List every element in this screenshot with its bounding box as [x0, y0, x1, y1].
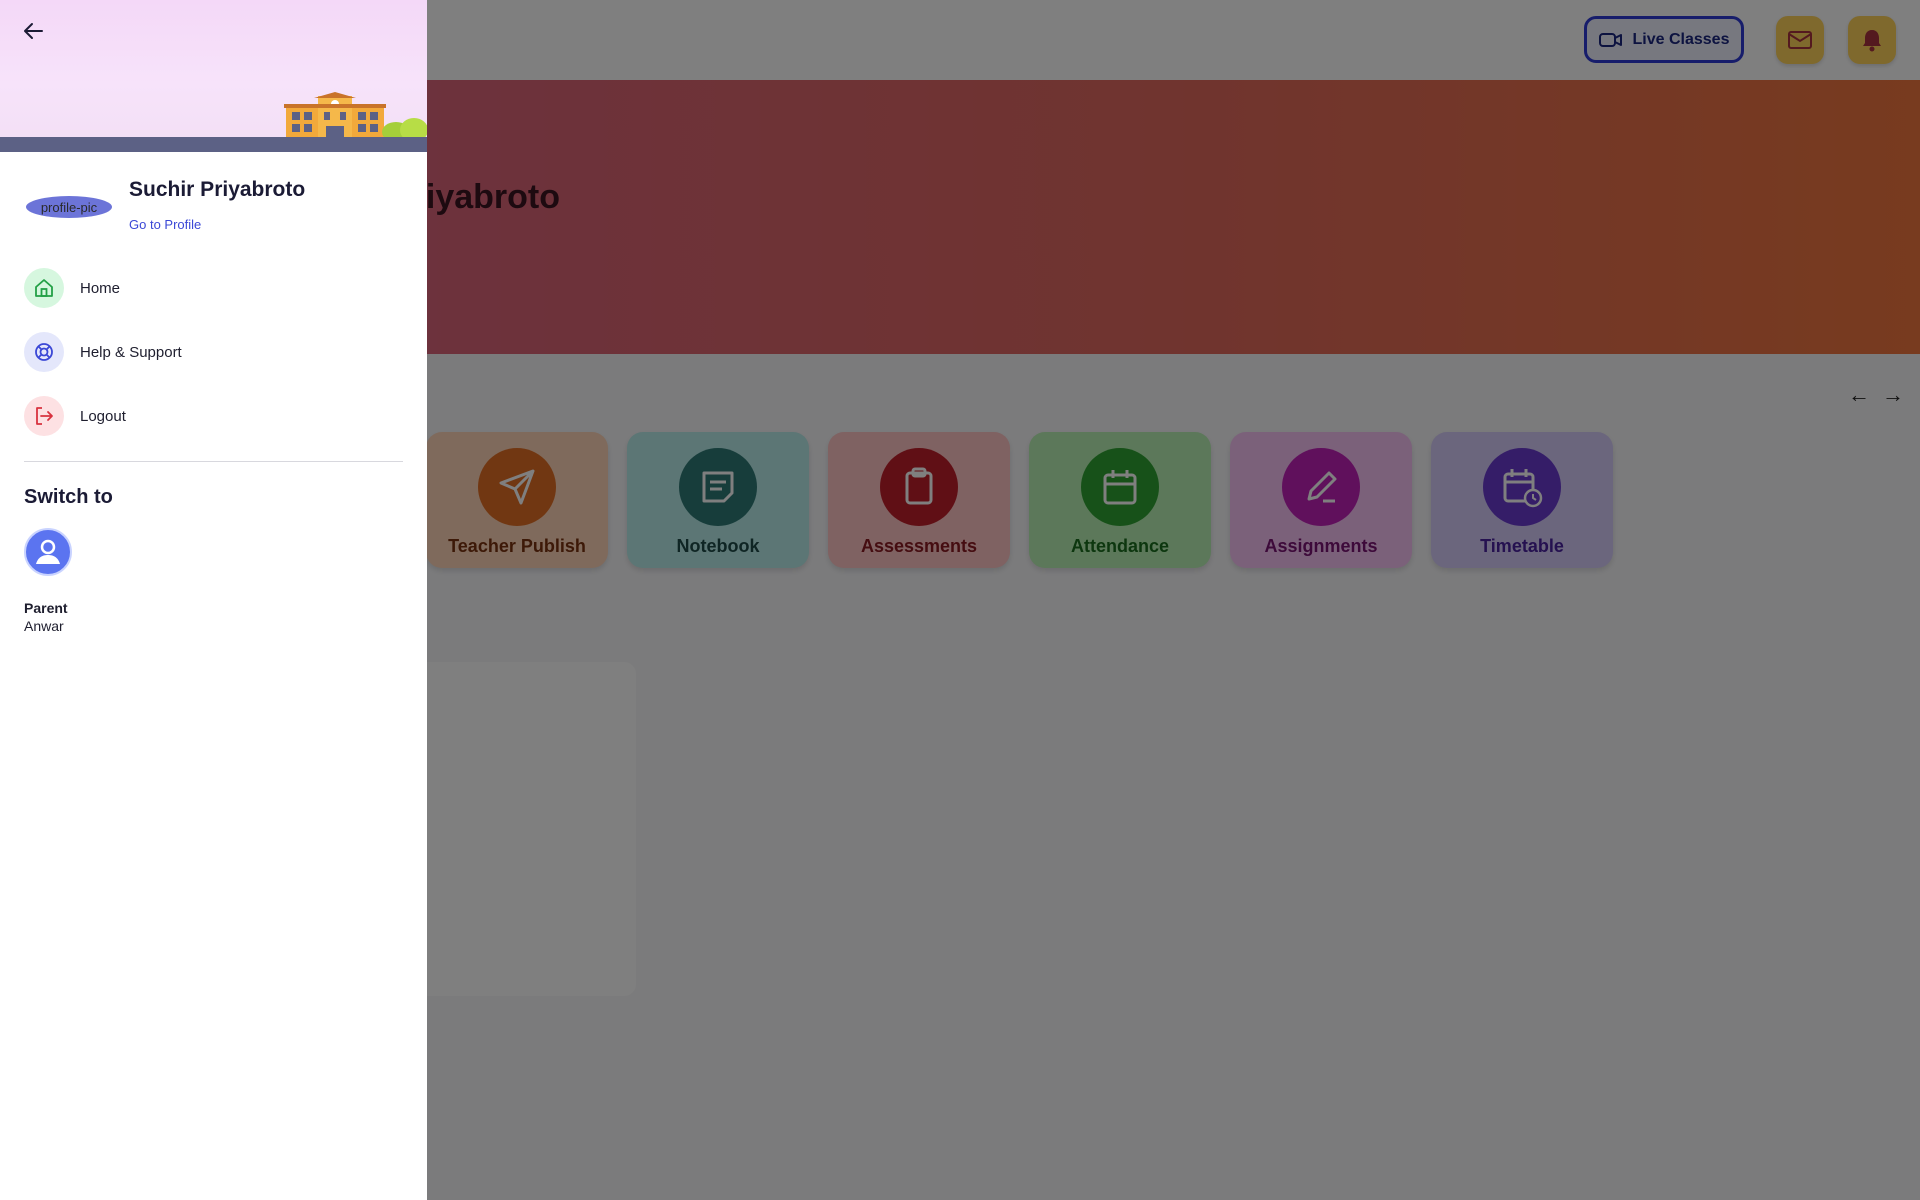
school-building-icon: [284, 92, 427, 140]
switch-to-heading: Switch to: [24, 486, 113, 508]
switch-account-avatar[interactable]: [24, 528, 72, 576]
go-to-profile-link[interactable]: Go to Profile: [129, 217, 201, 232]
nav-item-home[interactable]: Home: [24, 268, 404, 308]
home-icon: [24, 268, 64, 308]
switch-account-role[interactable]: Parent: [24, 600, 68, 616]
drawer-divider: [24, 461, 403, 462]
nav-item-help-support[interactable]: Help & Support: [24, 332, 404, 372]
profile-avatar: profile-pic: [26, 196, 112, 218]
drawer-header-illustration: [0, 0, 427, 152]
lifebuoy-icon: [24, 332, 64, 372]
logout-icon: [24, 396, 64, 436]
nav-item-logout[interactable]: Logout: [24, 396, 404, 436]
user-icon: [36, 539, 60, 564]
profile-name: Suchir Priyabroto: [129, 178, 306, 201]
switch-account-name[interactable]: Anwar: [24, 618, 64, 634]
profile-section: profile-pic Suchir Priyabroto Go to Prof…: [24, 176, 404, 236]
back-arrow-icon[interactable]: [20, 18, 46, 44]
drawer-header-road: [0, 137, 427, 152]
side-drawer: profile-pic Suchir Priyabroto Go to Prof…: [0, 0, 427, 1200]
nav-item-label: Home: [80, 279, 121, 297]
nav-item-label: Logout: [80, 407, 126, 425]
nav-item-label: Help & Support: [80, 343, 182, 361]
